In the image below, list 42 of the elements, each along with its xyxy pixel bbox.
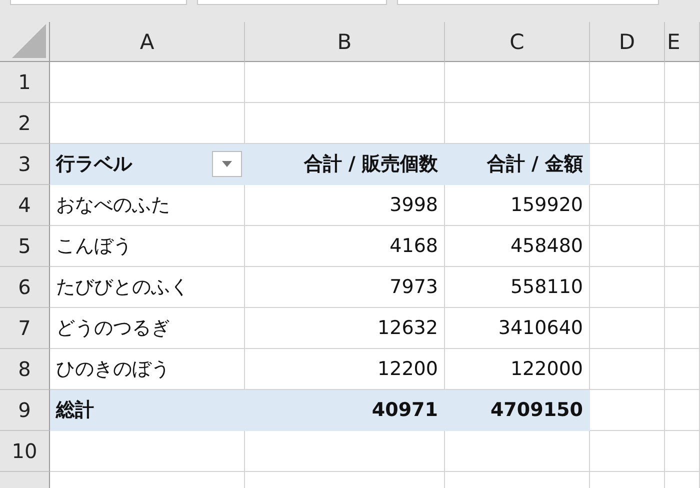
row-header[interactable]: 10: [0, 431, 50, 472]
grand-total-cell: 4709150: [445, 390, 590, 431]
row-header[interactable]: 4: [0, 185, 50, 226]
pivot-header-cell: 合計 / 販売個数: [245, 144, 445, 185]
grand-total-cell: 総計: [50, 390, 245, 431]
table-cell: 159920: [445, 185, 590, 226]
table-cell: 3998: [245, 185, 445, 226]
table-cell: 558110: [445, 267, 590, 308]
table-cell: おなべのふた: [50, 185, 245, 226]
table-cell: 7973: [245, 267, 445, 308]
row-header[interactable]: 5: [0, 226, 50, 267]
table-cell: 4168: [245, 226, 445, 267]
row-header[interactable]: 2: [0, 103, 50, 144]
row-header[interactable]: 9: [0, 390, 50, 431]
column-header[interactable]: B: [245, 22, 445, 62]
table-cell: 122000: [445, 349, 590, 390]
row-label-heading: 行ラベル: [56, 152, 132, 177]
row-header[interactable]: 3: [0, 144, 50, 185]
name-box[interactable]: [10, 0, 187, 5]
select-all-icon[interactable]: [12, 24, 46, 58]
pivot-header-cell: 合計 / 金額: [445, 144, 590, 185]
column-header[interactable]: D: [590, 22, 665, 62]
table-cell: こんぼう: [50, 226, 245, 267]
row-header[interactable]: 6: [0, 267, 50, 308]
row-header[interactable]: 1: [0, 62, 50, 103]
row-header[interactable]: 8: [0, 349, 50, 390]
formula-bar-field[interactable]: [197, 0, 387, 5]
table-cell: 12632: [245, 308, 445, 349]
caret-icon: [222, 161, 232, 167]
table-cell: 12200: [245, 349, 445, 390]
column-header[interactable]: E: [665, 22, 700, 62]
table-cell: どうのつるぎ: [50, 308, 245, 349]
table-cell: たびびとのふく: [50, 267, 245, 308]
table-cell: 3410640: [445, 308, 590, 349]
filter-dropdown-button[interactable]: [212, 151, 242, 177]
row-header[interactable]: 7: [0, 308, 50, 349]
formula-input-field[interactable]: [397, 0, 659, 5]
grand-total-cell: 40971: [245, 390, 445, 431]
column-header[interactable]: C: [445, 22, 590, 62]
table-cell: ひのきのぼう: [50, 349, 245, 390]
table-cell: 458480: [445, 226, 590, 267]
column-header[interactable]: A: [50, 22, 245, 62]
